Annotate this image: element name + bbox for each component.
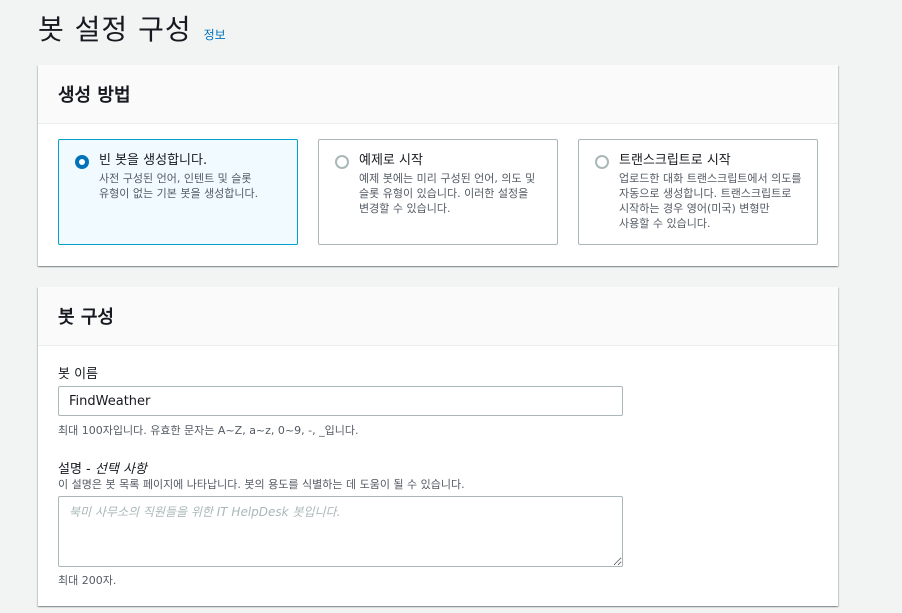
bot-config-header: 봇 구성 bbox=[38, 287, 838, 346]
info-link[interactable]: 정보 bbox=[204, 26, 226, 43]
tile-label: 트랜스크립트로 시작 bbox=[619, 153, 731, 168]
tile-label: 예제로 시작 bbox=[359, 153, 423, 168]
bot-config-title: 봇 구성 bbox=[58, 307, 114, 328]
description-hint: 최대 200자. bbox=[58, 574, 117, 587]
tile-body: 빈 봇을 생성합니다. 사전 구성된 언어, 인텐트 및 슬롯 유형이 없는 기… bbox=[99, 152, 283, 234]
bot-name-label: 봇 이름 bbox=[58, 367, 99, 382]
bot-config-panel: 봇 구성 봇 이름 최대 100자입니다. 유효한 문자는 A~Z, a~z, … bbox=[38, 287, 838, 606]
description-label-text: 설명 - bbox=[58, 462, 95, 477]
creation-method-tiles: 빈 봇을 생성합니다. 사전 구성된 언어, 인텐트 및 슬롯 유형이 없는 기… bbox=[58, 139, 818, 245]
bot-name-hint: 최대 100자입니다. 유효한 문자는 A~Z, a~z, 0~9, -, _입… bbox=[58, 424, 359, 437]
creation-method-panel: 생성 방법 빈 봇을 생성합니다. 사전 구성된 언어, 인텐트 및 슬롯 유형… bbox=[38, 65, 838, 266]
creation-method-title: 생성 방법 bbox=[58, 85, 131, 106]
tile-body: 예제로 시작 예제 봇에는 미리 구성된 언어, 의도 및 슬롯 유형이 있습니… bbox=[359, 152, 543, 234]
tile-blank-bot[interactable]: 빈 봇을 생성합니다. 사전 구성된 언어, 인텐트 및 슬롯 유형이 없는 기… bbox=[58, 139, 298, 245]
description-optional-text: 선택 사항 bbox=[94, 462, 147, 477]
page-title: 봇 설정 구성 bbox=[38, 13, 192, 46]
description-textarea[interactable] bbox=[58, 496, 623, 567]
tile-description: 사전 구성된 언어, 인텐트 및 슬롯 유형이 없는 기본 봇을 생성합니다. bbox=[99, 172, 259, 200]
tile-description: 업로드한 대화 트랜스크립트에서 의도를 자동으로 생성합니다. 트랜스크립트로… bbox=[619, 172, 802, 230]
description-label: 설명 - 선택 사항 bbox=[58, 458, 147, 477]
radio-start-with-transcript[interactable] bbox=[595, 155, 609, 169]
tile-body: 트랜스크립트로 시작 업로드한 대화 트랜스크립트에서 의도를 자동으로 생성합… bbox=[619, 152, 803, 234]
tile-description: 예제 봇에는 미리 구성된 언어, 의도 및 슬롯 유형이 있습니다. 이러한 … bbox=[359, 172, 536, 215]
tile-start-with-transcript[interactable]: 트랜스크립트로 시작 업로드한 대화 트랜스크립트에서 의도를 자동으로 생성합… bbox=[578, 139, 818, 245]
radio-blank-bot[interactable] bbox=[75, 155, 89, 169]
page-header: 봇 설정 구성 정보 bbox=[38, 8, 226, 48]
tile-label: 빈 봇을 생성합니다. bbox=[99, 153, 208, 168]
tile-start-with-example[interactable]: 예제로 시작 예제 봇에는 미리 구성된 언어, 의도 및 슬롯 유형이 있습니… bbox=[318, 139, 558, 245]
bot-name-input[interactable] bbox=[58, 386, 623, 416]
radio-start-with-example[interactable] bbox=[335, 155, 349, 169]
creation-method-header: 생성 방법 bbox=[38, 65, 838, 124]
description-help: 이 설명은 봇 목록 페이지에 나타납니다. 봇의 용도를 식별하는 데 도움이… bbox=[58, 478, 465, 491]
